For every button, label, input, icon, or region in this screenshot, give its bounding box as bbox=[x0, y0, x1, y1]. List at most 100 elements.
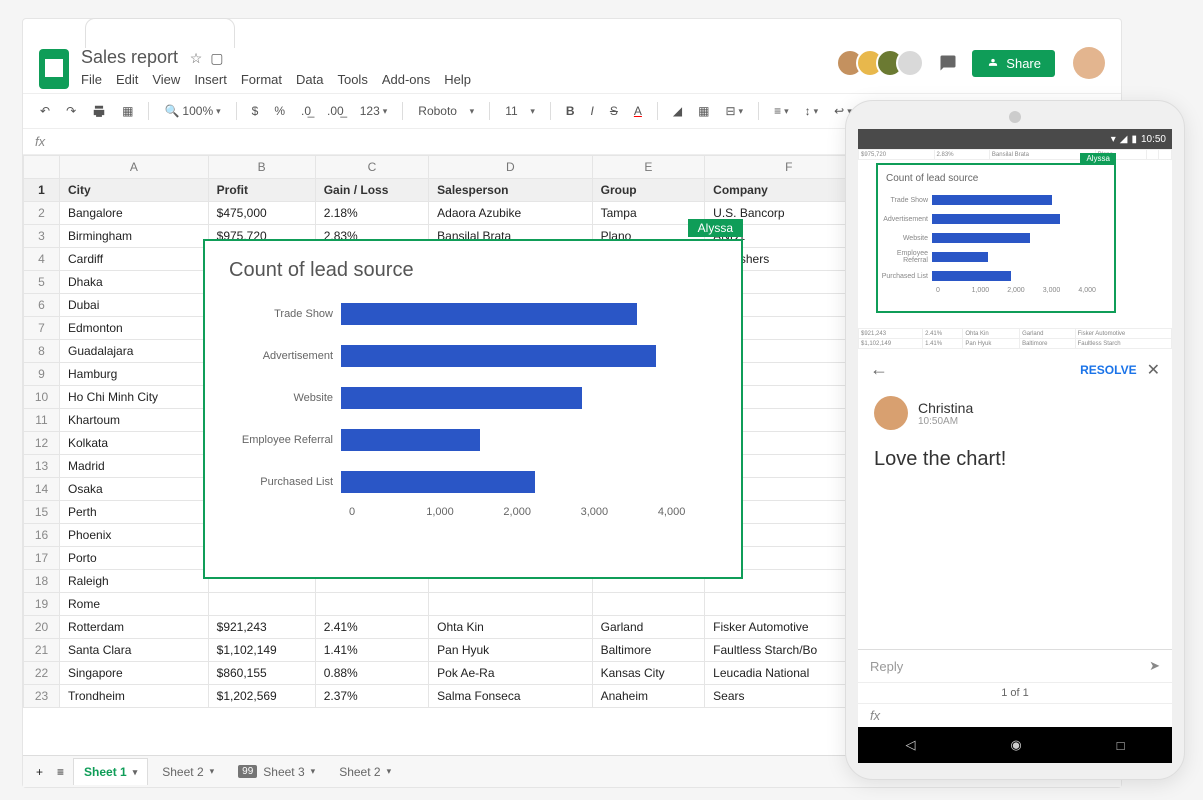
mini-chart[interactable]: Alyssa Count of lead source Trade ShowAd… bbox=[876, 163, 1116, 313]
sheet-tab[interactable]: 99Sheet 3▾ bbox=[228, 758, 325, 785]
cell[interactable]: Anaheim bbox=[592, 685, 705, 708]
bold-icon[interactable]: B bbox=[561, 101, 580, 121]
cell[interactable]: Ohta Kin bbox=[429, 616, 592, 639]
row-header[interactable]: 21 bbox=[24, 639, 60, 662]
cell[interactable]: Osaka bbox=[60, 478, 209, 501]
row-header[interactable]: 14 bbox=[24, 478, 60, 501]
doc-title[interactable]: Sales report bbox=[81, 47, 178, 67]
menu-view[interactable]: View bbox=[152, 72, 180, 87]
strike-icon[interactable]: S bbox=[605, 101, 623, 121]
cell[interactable]: Khartoum bbox=[60, 409, 209, 432]
row-header[interactable]: 5 bbox=[24, 271, 60, 294]
cell[interactable]: Ho Chi Minh City bbox=[60, 386, 209, 409]
cell[interactable]: Pan Hyuk bbox=[429, 639, 592, 662]
merge-icon[interactable]: ⊟▾ bbox=[720, 101, 748, 121]
number-format-dropdown[interactable]: 123 ▾ bbox=[355, 101, 393, 121]
menu-tools[interactable]: Tools bbox=[337, 72, 367, 87]
reply-input[interactable]: Reply bbox=[870, 659, 1149, 674]
cell[interactable]: Trondheim bbox=[60, 685, 209, 708]
mini-sheet-view[interactable]: $975,7202.83%Bansilal BrataPlano Alyssa … bbox=[858, 149, 1172, 349]
cell[interactable]: 2.41% bbox=[315, 616, 428, 639]
comments-icon[interactable] bbox=[934, 49, 962, 77]
cell[interactable]: Santa Clara bbox=[60, 639, 209, 662]
row-header[interactable]: 10 bbox=[24, 386, 60, 409]
cell[interactable]: Edmonton bbox=[60, 317, 209, 340]
all-sheets-icon[interactable]: ≡ bbox=[52, 762, 69, 782]
cell[interactable]: 2.37% bbox=[315, 685, 428, 708]
cell[interactable]: $1,102,149 bbox=[208, 639, 315, 662]
row-header[interactable]: 7 bbox=[24, 317, 60, 340]
row-header[interactable]: 2 bbox=[24, 202, 60, 225]
cell[interactable]: Profit bbox=[208, 179, 315, 202]
borders-icon[interactable]: ▦ bbox=[693, 101, 714, 121]
cell[interactable] bbox=[315, 593, 428, 616]
cell[interactable]: Madrid bbox=[60, 455, 209, 478]
star-icon[interactable]: ☆ bbox=[190, 50, 203, 67]
cell[interactable]: Adaora Azubike bbox=[429, 202, 592, 225]
row-header[interactable]: 16 bbox=[24, 524, 60, 547]
cell[interactable]: Rome bbox=[60, 593, 209, 616]
cell[interactable]: Perth bbox=[60, 501, 209, 524]
cell[interactable]: Salesperson bbox=[429, 179, 592, 202]
row-header[interactable]: 6 bbox=[24, 294, 60, 317]
halign-icon[interactable]: ≡▾ bbox=[769, 101, 794, 121]
cell[interactable]: Cardiff bbox=[60, 248, 209, 271]
cell[interactable]: City bbox=[60, 179, 209, 202]
move-folder-icon[interactable]: ▢ bbox=[210, 50, 223, 67]
row-header[interactable]: 9 bbox=[24, 363, 60, 386]
cell[interactable]: Raleigh bbox=[60, 570, 209, 593]
row-header[interactable]: 1 bbox=[24, 179, 60, 202]
zoom-dropdown[interactable]: 🔍 100% ▾ bbox=[159, 101, 225, 121]
cell[interactable] bbox=[592, 593, 705, 616]
cell[interactable]: Kolkata bbox=[60, 432, 209, 455]
cell[interactable]: Group bbox=[592, 179, 705, 202]
row-header[interactable]: 17 bbox=[24, 547, 60, 570]
menu-help[interactable]: Help bbox=[444, 72, 471, 87]
presence-avatars[interactable] bbox=[844, 49, 924, 77]
text-color-icon[interactable]: A bbox=[629, 101, 647, 121]
chart-overlay[interactable]: Alyssa Count of lead source Trade ShowAd… bbox=[203, 239, 743, 579]
fontsize-dropdown[interactable]: 11 ▾ bbox=[500, 101, 540, 121]
row-header[interactable]: 4 bbox=[24, 248, 60, 271]
row-header[interactable]: 13 bbox=[24, 455, 60, 478]
font-dropdown[interactable]: Roboto ▾ bbox=[413, 101, 479, 121]
row-header[interactable]: 22 bbox=[24, 662, 60, 685]
cell[interactable]: 2.18% bbox=[315, 202, 428, 225]
add-sheet-icon[interactable]: + bbox=[31, 762, 48, 782]
row-header[interactable]: 3 bbox=[24, 225, 60, 248]
send-icon[interactable]: ➤ bbox=[1149, 658, 1160, 674]
cell[interactable]: Garland bbox=[592, 616, 705, 639]
cell[interactable]: Birmingham bbox=[60, 225, 209, 248]
cell[interactable]: Guadalajara bbox=[60, 340, 209, 363]
menu-format[interactable]: Format bbox=[241, 72, 282, 87]
cell[interactable]: Dhaka bbox=[60, 271, 209, 294]
col-header[interactable]: A bbox=[60, 156, 209, 179]
cell[interactable]: Porto bbox=[60, 547, 209, 570]
cell[interactable]: $1,202,569 bbox=[208, 685, 315, 708]
back-icon[interactable]: ← bbox=[870, 359, 888, 380]
row-header[interactable]: 19 bbox=[24, 593, 60, 616]
col-header[interactable]: C bbox=[315, 156, 428, 179]
user-avatar[interactable] bbox=[1073, 47, 1105, 79]
row-header[interactable]: 20 bbox=[24, 616, 60, 639]
cell[interactable]: Rotterdam bbox=[60, 616, 209, 639]
decimal-less-icon[interactable]: .0̲ bbox=[296, 101, 316, 121]
menu-addons[interactable]: Add-ons bbox=[382, 72, 430, 87]
row-header[interactable]: 15 bbox=[24, 501, 60, 524]
cell[interactable]: $860,155 bbox=[208, 662, 315, 685]
sheet-tab[interactable]: Sheet 1▾ bbox=[73, 758, 148, 785]
resolve-button[interactable]: RESOLVE bbox=[1080, 363, 1136, 377]
close-icon[interactable]: ✕ bbox=[1147, 360, 1160, 380]
android-home-icon[interactable]: ◉ bbox=[1010, 737, 1021, 753]
decimal-more-icon[interactable]: .00̲ bbox=[322, 101, 349, 121]
cell[interactable]: Baltimore bbox=[592, 639, 705, 662]
redo-icon[interactable]: ↷ bbox=[61, 101, 81, 121]
col-header[interactable]: D bbox=[429, 156, 592, 179]
cell[interactable]: Singapore bbox=[60, 662, 209, 685]
cell[interactable]: Kansas City bbox=[592, 662, 705, 685]
cell[interactable]: Bangalore bbox=[60, 202, 209, 225]
cell[interactable]: Gain / Loss bbox=[315, 179, 428, 202]
undo-icon[interactable]: ↶ bbox=[35, 101, 55, 121]
row-header[interactable]: 8 bbox=[24, 340, 60, 363]
cell[interactable]: $475,000 bbox=[208, 202, 315, 225]
